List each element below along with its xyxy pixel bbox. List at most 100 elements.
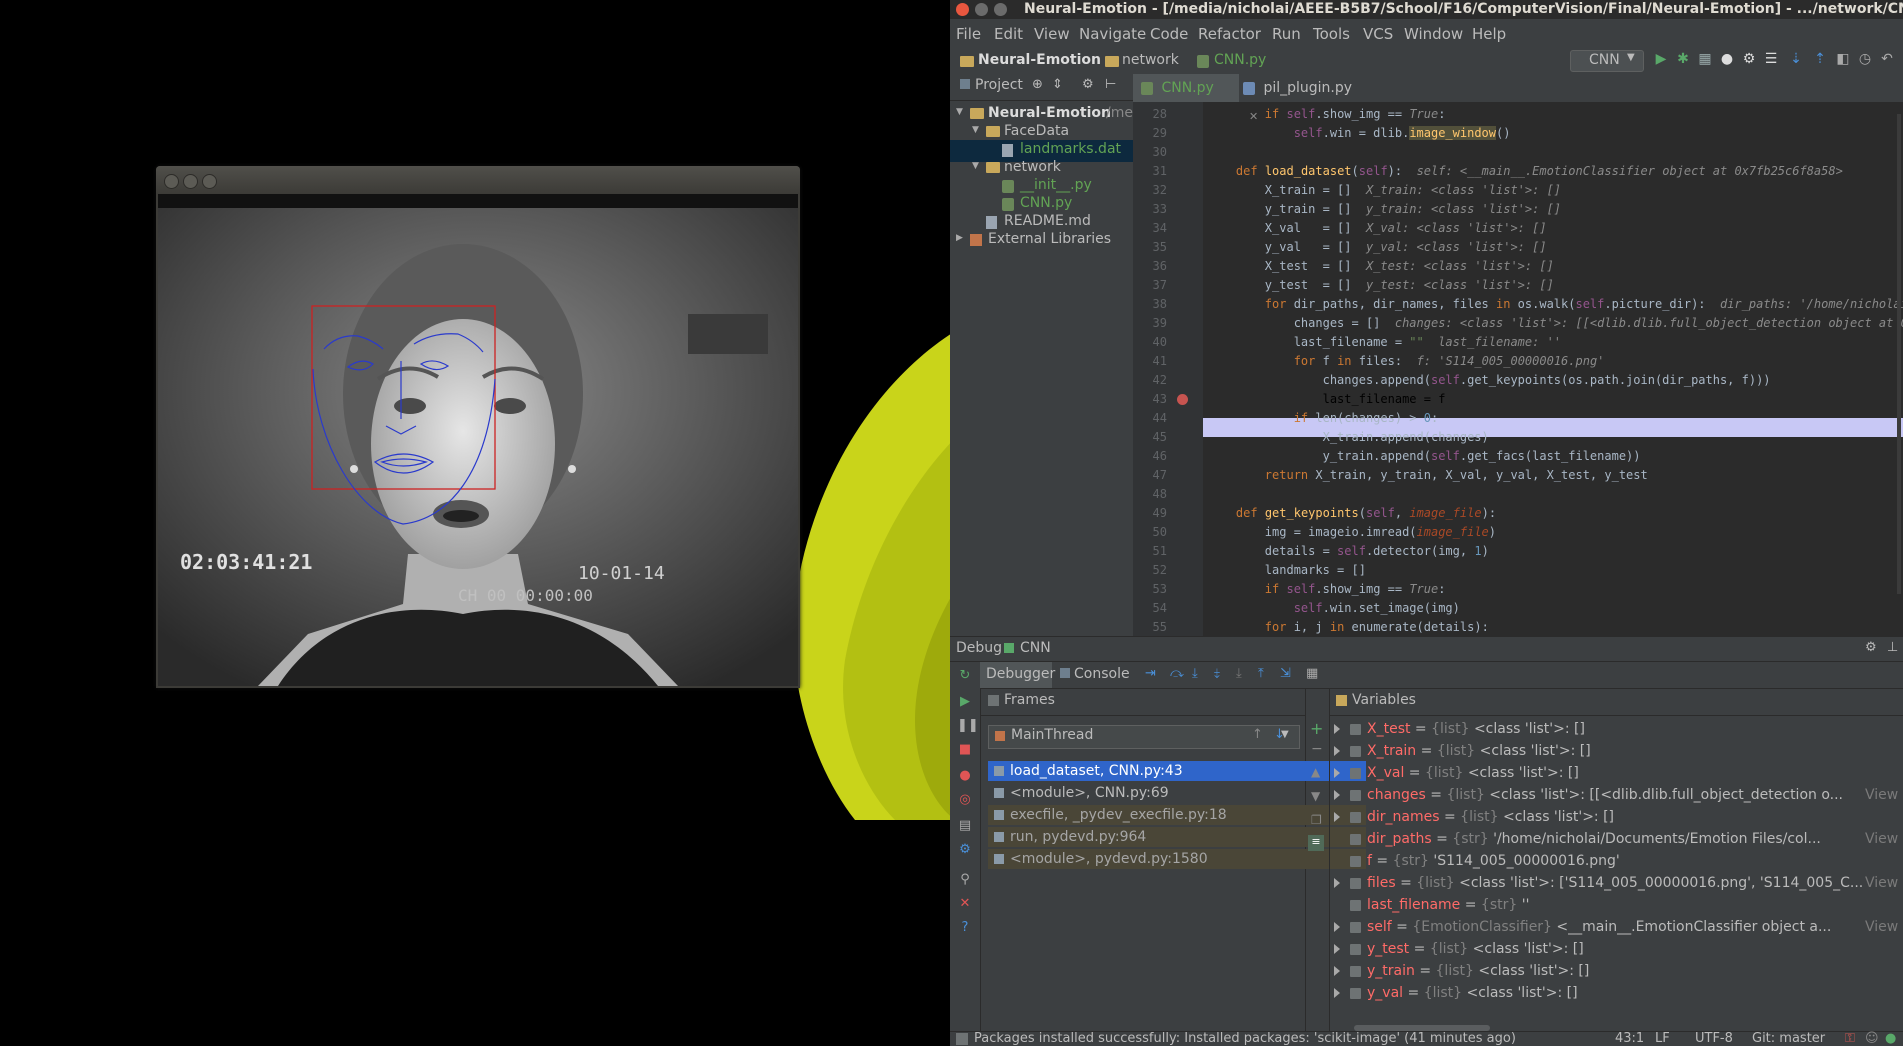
menu-run[interactable]: Run	[1272, 25, 1301, 43]
breadcrumb-project[interactable]: Neural-Emotion	[978, 52, 1101, 68]
view-link[interactable]: View	[1865, 829, 1898, 849]
variable-row[interactable]: last_filename = {str} ''	[1330, 895, 1903, 915]
menu-window[interactable]: Window	[1404, 25, 1463, 43]
menu-edit[interactable]: Edit	[994, 25, 1023, 43]
run-configuration-select[interactable]: CNN ▼	[1570, 50, 1644, 72]
variable-row[interactable]: changes = {list} <class 'list'>: [[<dlib…	[1330, 785, 1903, 805]
menu-file[interactable]: File	[956, 25, 981, 43]
chevron-right-icon[interactable]	[1334, 746, 1340, 756]
menu-refactor[interactable]: Refactor	[1198, 25, 1261, 43]
move-down-icon[interactable]: ▼	[1311, 789, 1320, 803]
tab-console[interactable]: Console	[1060, 666, 1130, 682]
breakpoint-icon[interactable]	[1177, 394, 1188, 405]
chevron-down-icon[interactable]: ▼	[972, 125, 979, 135]
history-icon[interactable]: ◷	[1857, 51, 1873, 67]
debug-icon[interactable]: ✱	[1675, 51, 1691, 67]
rerun-icon[interactable]: ↻	[957, 668, 973, 684]
chevron-right-icon[interactable]	[1334, 878, 1340, 888]
pin-icon[interactable]: ⚲	[957, 872, 973, 888]
tab-debugger[interactable]: Debugger	[980, 662, 1055, 688]
variable-row[interactable]: self = {EmotionClassifier} <__main__.Emo…	[1330, 917, 1903, 937]
previous-frame-icon[interactable]: ↑	[1252, 727, 1263, 742]
concurrency-icon[interactable]: ⚙	[1741, 51, 1757, 67]
sync-icon[interactable]: ⊕	[1032, 77, 1043, 92]
menu-code[interactable]: Code	[1150, 25, 1188, 43]
variable-row[interactable]: X_test = {list} <class 'list'>: []	[1330, 719, 1903, 739]
remove-watch-icon[interactable]: −	[1311, 741, 1323, 757]
coverage-icon[interactable]: ▦	[1697, 51, 1713, 67]
copy-icon[interactable]: ❐	[1311, 813, 1322, 827]
tab-cnn-py[interactable]: CNN.py ✕	[1133, 74, 1239, 123]
breadcrumb-network[interactable]: network	[1122, 52, 1179, 68]
force-step-into-icon[interactable]: ⤓	[1236, 666, 1242, 681]
chevron-right-icon[interactable]	[1334, 724, 1340, 734]
lock-icon[interactable]: ⚿	[1845, 1031, 1855, 1046]
debug-config[interactable]: CNN	[1020, 640, 1051, 656]
code-area[interactable]: if self.show_img == True: self.win = dli…	[1203, 102, 1903, 636]
inspector-icon[interactable]: ☺	[1865, 1031, 1879, 1046]
editor-gutter[interactable]: 28 29 30 31 32 33 34 35 36 37 38 39 40 41 42 43 44 45 46 47…	[1133, 102, 1203, 636]
line-separator[interactable]: LF	[1655, 1031, 1670, 1046]
list-icon[interactable]: ☰	[1763, 51, 1779, 67]
close-icon[interactable]: ✕	[957, 896, 973, 912]
variable-row[interactable]: y_test = {list} <class 'list'>: []	[1330, 939, 1903, 959]
maximize-icon[interactable]	[994, 3, 1007, 16]
image-window-titlebar[interactable]	[156, 166, 800, 194]
menu-navigate[interactable]: Navigate	[1079, 25, 1146, 43]
vcs-commit-icon[interactable]: ⇡	[1812, 51, 1828, 67]
menu-view[interactable]: View	[1034, 25, 1070, 43]
run-icon[interactable]: ▶	[1653, 51, 1669, 67]
chevron-right-icon[interactable]: ▶	[956, 233, 963, 243]
chevron-right-icon[interactable]	[1334, 812, 1340, 822]
menu-help[interactable]: Help	[1472, 25, 1506, 43]
chevron-right-icon[interactable]	[1334, 922, 1340, 932]
minimize-icon[interactable]	[183, 174, 198, 189]
variable-row[interactable]: X_train = {list} <class 'list'>: []	[1330, 741, 1903, 761]
event-log-icon[interactable]: ●	[1885, 1031, 1896, 1046]
menu-vcs[interactable]: VCS	[1363, 25, 1393, 43]
chevron-right-icon[interactable]	[1334, 944, 1340, 954]
maximize-icon[interactable]	[202, 174, 217, 189]
hide-icon[interactable]: ⊥	[1887, 640, 1898, 655]
status-message[interactable]: Packages installed successfully: Install…	[974, 1031, 1516, 1046]
view-breakpoints-icon[interactable]: ●	[957, 768, 973, 784]
chevron-right-icon[interactable]	[1334, 966, 1340, 976]
chevron-down-icon[interactable]: ▼	[956, 107, 963, 117]
step-into-my-code-icon[interactable]: ⤈	[1214, 666, 1220, 681]
view-link[interactable]: View	[1865, 873, 1898, 893]
gear-icon[interactable]: ⚙	[957, 842, 973, 858]
minimize-icon[interactable]	[975, 3, 988, 16]
gear-icon[interactable]: ⚙	[1082, 77, 1094, 92]
menu-tools[interactable]: Tools	[1313, 25, 1350, 43]
collapse-icon[interactable]: ⇕	[1052, 77, 1063, 92]
chevron-right-icon[interactable]	[1334, 790, 1340, 800]
variable-row[interactable]: f = {str} 'S114_005_00000016.png'	[1330, 851, 1903, 871]
pause-icon[interactable]: ❚❚	[957, 718, 979, 734]
tab-pil-plugin[interactable]: pil_plugin.py ✕	[1235, 74, 1366, 123]
move-up-icon[interactable]: ▲	[1311, 765, 1320, 779]
variable-row[interactable]: y_train = {list} <class 'list'>: []	[1330, 961, 1903, 981]
step-over-icon[interactable]: ⤼	[1170, 666, 1184, 681]
variable-row[interactable]: X_val = {list} <class 'list'>: []	[1330, 763, 1903, 783]
breadcrumb-file[interactable]: CNN.py	[1214, 52, 1266, 68]
evaluate-expression-icon[interactable]: ▦	[1306, 666, 1318, 681]
run-to-cursor-icon[interactable]: ⇲	[1280, 666, 1291, 681]
resume-icon[interactable]: ▶	[957, 694, 973, 710]
add-watch-icon[interactable]: +	[1310, 719, 1323, 738]
chevron-right-icon[interactable]	[1334, 988, 1340, 998]
help-icon[interactable]: ?	[957, 920, 973, 936]
file-encoding[interactable]: UTF-8	[1695, 1031, 1733, 1046]
view-link[interactable]: View	[1865, 785, 1898, 805]
profile-icon[interactable]: ●	[1719, 51, 1735, 67]
step-out-icon[interactable]: ⤒	[1258, 666, 1264, 681]
editor-scrollbar[interactable]	[1897, 114, 1901, 594]
chevron-right-icon[interactable]	[1334, 768, 1340, 778]
stop-icon[interactable]: ■	[957, 742, 973, 758]
step-into-icon[interactable]: ⤓	[1192, 666, 1198, 681]
variable-row[interactable]: dir_names = {list} <class 'list'>: []	[1330, 807, 1903, 827]
revert-icon[interactable]: ↶	[1879, 51, 1895, 67]
close-icon[interactable]	[956, 3, 969, 16]
show-return-values-icon[interactable]: ≡	[1308, 835, 1324, 851]
git-branch[interactable]: Git: master	[1752, 1031, 1825, 1046]
chevron-down-icon[interactable]: ▼	[972, 161, 979, 171]
